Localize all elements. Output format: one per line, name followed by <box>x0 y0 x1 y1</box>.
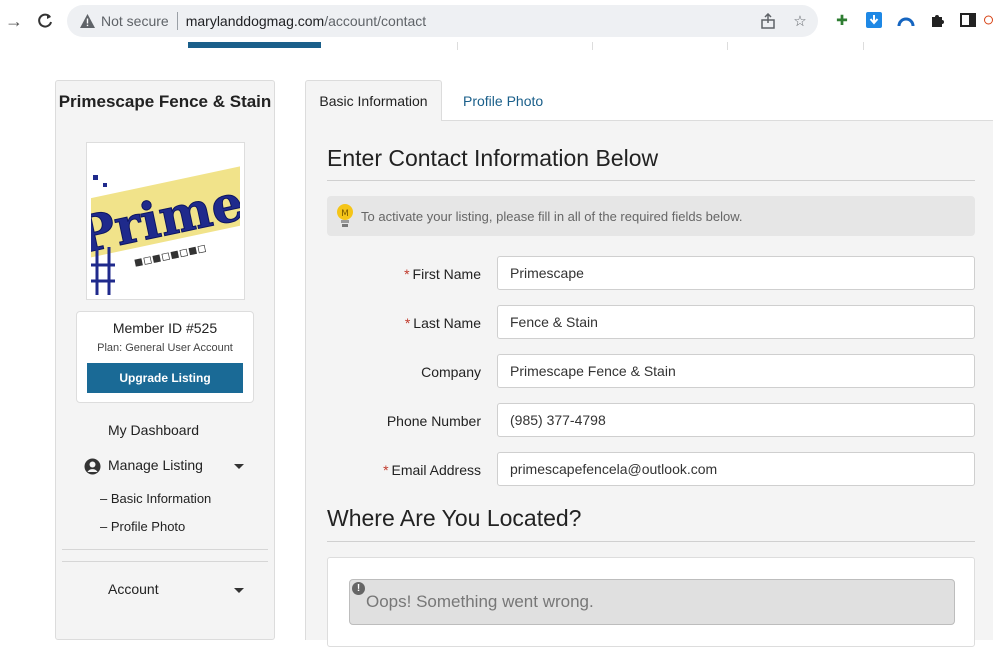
chevron-down-icon[interactable] <box>234 464 244 469</box>
nav-divider <box>457 42 458 50</box>
business-name: Primescape Fence & Stain <box>58 92 272 111</box>
required-marker: * <box>404 315 411 331</box>
business-logo: PrimeScap ■□■□■□■□ <box>86 142 245 300</box>
activation-notice: M To activate your listing, please fill … <box>327 196 975 236</box>
omnibox-separator <box>176 12 178 30</box>
url-path: /account/contact <box>324 13 427 29</box>
sidebar-divider <box>62 561 268 562</box>
extension-plus-icon[interactable]: ✚ <box>832 10 852 30</box>
map-error-box: ! Oops! Something went wrong. <box>349 579 955 625</box>
form-title: Enter Contact Information Below <box>327 145 659 171</box>
nav-divider <box>727 42 728 50</box>
profile-avatar-icon[interactable] <box>984 10 993 30</box>
tab-profile-photo[interactable]: Profile Photo <box>463 80 543 121</box>
required-marker: * <box>404 266 410 282</box>
required-marker: * <box>383 462 389 478</box>
location-title: Where Are You Located? <box>327 505 582 531</box>
contact-form-panel: Enter Contact Information Below M To act… <box>305 120 993 647</box>
email-address-input[interactable] <box>497 452 975 486</box>
company-label: Company <box>421 364 481 380</box>
tab-basic-information[interactable]: Basic Information <box>305 80 442 121</box>
bookmark-star-icon[interactable]: ☆ <box>790 11 810 31</box>
back-icon[interactable]: → <box>2 9 26 33</box>
company-input[interactable] <box>497 354 975 388</box>
not-secure-label: Not secure <box>101 13 169 29</box>
sidebar-item-manage-listing[interactable]: Manage Listing <box>108 457 203 473</box>
reload-icon[interactable] <box>33 9 57 33</box>
download-icon[interactable] <box>864 10 884 30</box>
phone-number-label: Phone Number <box>386 413 481 429</box>
nav-active-indicator <box>188 42 321 48</box>
sidebar-subitem-profile-photo[interactable]: – Profile Photo <box>100 519 185 534</box>
nav-divider <box>592 42 593 50</box>
email-address-label: * Email Address <box>383 462 481 478</box>
share-icon[interactable] <box>758 11 778 31</box>
nav-divider <box>863 42 864 50</box>
browser-toolbar: → Not secure marylanddogmag.com/account/… <box>0 0 993 42</box>
user-circle-icon <box>84 458 101 475</box>
lightbulb-icon: M <box>337 204 353 227</box>
member-plan: Plan: General User Account <box>97 342 233 354</box>
puzzle-extensions-icon[interactable] <box>927 10 947 30</box>
map-card: ! Oops! Something went wrong. <box>327 557 975 647</box>
warning-icon <box>79 13 95 29</box>
account-sidebar: Primescape Fence & Stain PrimeScap ■□■□■… <box>55 80 275 640</box>
last-name-input[interactable] <box>497 305 975 339</box>
map-error-text: Oops! Something went wrong. <box>366 592 594 611</box>
first-name-input[interactable] <box>497 256 975 290</box>
first-name-label: * First Name <box>404 266 481 282</box>
main-content: Basic Information Profile Photo Enter Co… <box>305 80 993 647</box>
title-divider <box>327 180 975 181</box>
vpn-arc-icon[interactable] <box>896 10 916 30</box>
last-name-label: * Last Name <box>404 315 481 331</box>
sidebar-item-account[interactable]: Account <box>108 581 159 597</box>
sidebar-subitem-basic-info[interactable]: – Basic Information <box>100 491 211 506</box>
sidebar-divider <box>62 549 268 550</box>
phone-number-input[interactable] <box>497 403 975 437</box>
member-id: Member ID #525 <box>112 320 218 336</box>
url-host: marylanddogmag.com <box>185 13 325 29</box>
chevron-down-icon[interactable] <box>234 588 244 593</box>
alert-icon: ! <box>352 582 365 595</box>
svg-text:M: M <box>341 209 349 219</box>
sidebar-item-dashboard[interactable]: My Dashboard <box>108 422 199 438</box>
upgrade-listing-button[interactable]: Upgrade Listing <box>87 363 243 393</box>
side-panel-icon[interactable] <box>958 10 978 30</box>
location-divider <box>327 541 975 542</box>
address-bar[interactable]: Not secure marylanddogmag.com/account/co… <box>67 5 818 37</box>
activation-notice-text: To activate your listing, please fill in… <box>361 208 743 224</box>
member-card: Member ID #525 Plan: General User Accoun… <box>76 311 254 403</box>
site-top-nav <box>0 42 993 50</box>
